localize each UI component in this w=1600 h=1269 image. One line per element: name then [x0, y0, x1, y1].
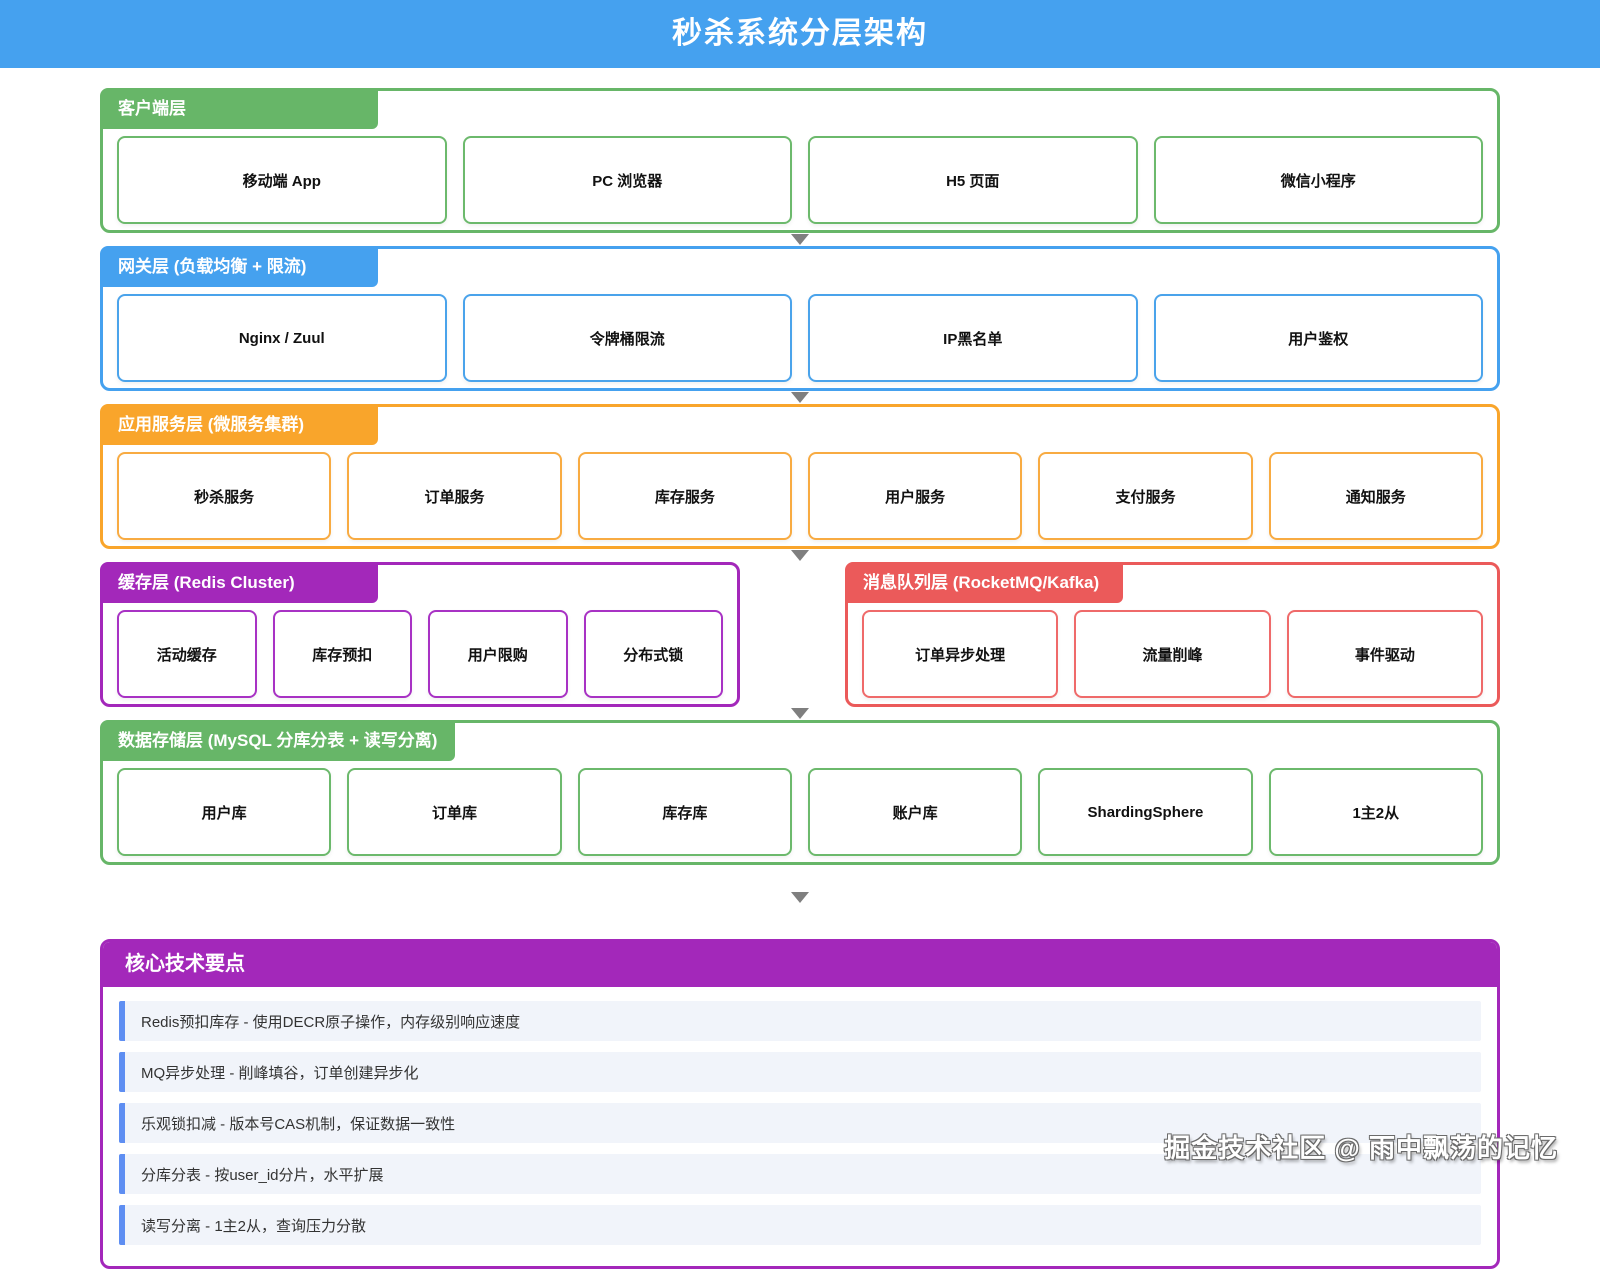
layer-cache: 缓存层 (Redis Cluster) 活动缓存 库存预扣 用户限购 分布式锁 [100, 562, 740, 707]
layer-storage-title: 数据存储层 (MySQL 分库分表 + 读写分离) [100, 720, 456, 761]
layer-mq: 消息队列层 (RocketMQ/Kafka) 订单异步处理 流量削峰 事件驱动 [845, 562, 1500, 707]
node-user-service: 用户服务 [807, 452, 1023, 540]
node-peak-shaving: 流量削峰 [1074, 610, 1271, 698]
layer-mq-title: 消息队列层 (RocketMQ/Kafka) [845, 562, 1123, 603]
layer-cache-title: 缓存层 (Redis Cluster) [100, 562, 378, 603]
node-stock-prededuct: 库存预扣 [272, 610, 412, 698]
node-token-bucket: 令牌桶限流 [462, 294, 792, 382]
flow-arrow [100, 708, 1500, 720]
node-order-service: 订单服务 [347, 452, 562, 540]
flow-arrow [100, 892, 1500, 939]
down-arrow-icon [791, 892, 809, 903]
flow-arrow [100, 550, 1500, 562]
layer-gateway: 网关层 (负载均衡 + 限流) Nginx / Zuul 令牌桶限流 IP黑名单… [100, 246, 1500, 391]
node-shardingsphere: ShardingSphere [1038, 768, 1253, 856]
layer-storage: 数据存储层 (MySQL 分库分表 + 读写分离) 用户库 订单库 库存库 账户… [100, 720, 1500, 865]
node-nginx-zuul: Nginx / Zuul [117, 294, 447, 382]
keypoints-section: 核心技术要点 Redis预扣库存 - 使用DECR原子操作，内存级别响应速度 M… [100, 939, 1500, 1269]
node-h5-page: H5 页面 [808, 136, 1138, 224]
node-order-async: 订单异步处理 [862, 610, 1059, 698]
keypoint-read-write-split: 读写分离 - 1主2从，查询压力分散 [119, 1205, 1481, 1245]
layer-gateway-title: 网关层 (负载均衡 + 限流) [100, 246, 378, 287]
node-event-driven: 事件驱动 [1286, 610, 1483, 698]
node-distributed-lock: 分布式锁 [583, 610, 723, 698]
keypoint-mq: MQ异步处理 - 削峰填谷，订单创建异步化 [119, 1052, 1481, 1092]
node-account-db: 账户库 [807, 768, 1023, 856]
node-stock-service: 库存服务 [577, 452, 792, 540]
down-arrow-icon [791, 708, 809, 719]
node-mobile-app: 移动端 App [117, 136, 447, 224]
node-seckill-service: 秒杀服务 [117, 452, 332, 540]
layer-client: 客户端层 移动端 App PC 浏览器 H5 页面 微信小程序 [100, 88, 1500, 233]
page-title: 秒杀系统分层架构 [0, 0, 1600, 68]
down-arrow-icon [791, 234, 809, 245]
flow-arrow [100, 392, 1500, 404]
down-arrow-icon [791, 392, 809, 403]
node-pc-browser: PC 浏览器 [462, 136, 792, 224]
node-activity-cache: 活动缓存 [117, 610, 257, 698]
keypoints-title: 核心技术要点 [103, 942, 1497, 987]
node-user-db: 用户库 [117, 768, 332, 856]
node-order-db: 订单库 [347, 768, 562, 856]
watermark: 掘金技术社区 @ 雨中飘荡的记忆 [1164, 1133, 1558, 1163]
node-stock-db: 库存库 [577, 768, 792, 856]
down-arrow-icon [791, 550, 809, 561]
layer-service: 应用服务层 (微服务集群) 秒杀服务 订单服务 库存服务 用户服务 支付服务 通… [100, 404, 1500, 549]
flow-arrow [100, 234, 1500, 246]
node-master-slave: 1主2从 [1268, 768, 1483, 856]
keypoint-redis: Redis预扣库存 - 使用DECR原子操作，内存级别响应速度 [119, 1001, 1481, 1041]
node-ip-blacklist: IP黑名单 [808, 294, 1138, 382]
node-notify-service: 通知服务 [1268, 452, 1483, 540]
node-payment-service: 支付服务 [1038, 452, 1253, 540]
cache-mq-row: 缓存层 (Redis Cluster) 活动缓存 库存预扣 用户限购 分布式锁 … [100, 562, 1500, 707]
node-user-auth: 用户鉴权 [1153, 294, 1483, 382]
layer-service-title: 应用服务层 (微服务集群) [100, 404, 378, 445]
node-user-limit: 用户限购 [428, 610, 568, 698]
layer-client-title: 客户端层 [100, 88, 378, 129]
node-wechat-miniprogram: 微信小程序 [1153, 136, 1483, 224]
architecture-diagram: 客户端层 移动端 App PC 浏览器 H5 页面 微信小程序 网关层 (负载均… [100, 88, 1500, 1269]
